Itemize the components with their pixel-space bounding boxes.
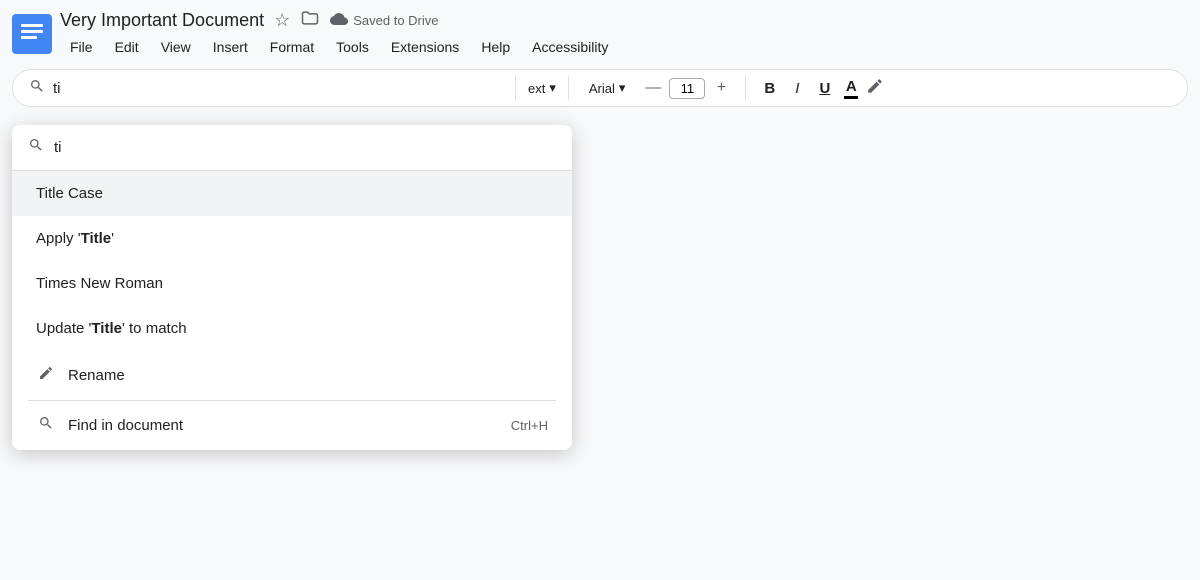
font-dropdown[interactable]: Arial ▾ (589, 80, 626, 96)
color-letter: A (846, 78, 857, 95)
docs-app-icon (12, 14, 52, 54)
pencil-mode-button[interactable] (866, 77, 884, 100)
menu-insert[interactable]: Insert (203, 35, 258, 59)
dropdown-item-times-new-roman-label: Times New Roman (36, 275, 163, 292)
dropdown-item-title-case-label: Title Case (36, 185, 103, 202)
underline-button[interactable]: U (813, 78, 836, 99)
font-size-decrease-button[interactable]: — (641, 76, 665, 100)
dropdown-item-title-case[interactable]: Title Case (12, 171, 572, 216)
toolbar: ext ▾ Arial ▾ — 11 + B I U A (12, 69, 1188, 107)
menu-extensions[interactable]: Extensions (381, 35, 469, 59)
saved-to-drive-indicator: Saved to Drive (330, 10, 438, 31)
style-dropdown[interactable]: ext ▾ (528, 80, 556, 96)
dropdown-item-find-in-document[interactable]: Find in document Ctrl+H (12, 401, 572, 450)
italic-button[interactable]: I (789, 78, 805, 99)
menu-tools[interactable]: Tools (326, 35, 379, 59)
document-title: Very Important Document (60, 10, 264, 31)
toolbar-separator-2 (568, 76, 569, 100)
dropdown-item-update-title-label: Update 'Title' to match (36, 320, 187, 337)
dropdown-search-text: ti (54, 139, 62, 156)
dropdown-item-rename-label: Rename (68, 367, 125, 384)
dropdown-item-update-title[interactable]: Update 'Title' to match (12, 306, 572, 351)
menu-bar: File Edit View Insert Format Tools Exten… (60, 35, 1188, 59)
menu-view[interactable]: View (151, 35, 201, 59)
search-input[interactable] (53, 80, 503, 97)
toolbar-separator-3 (745, 76, 746, 100)
search-dropdown: ti Title Case Apply 'Title' Times New Ro… (12, 125, 572, 450)
font-label: Arial (589, 81, 615, 96)
saved-status-text: Saved to Drive (353, 13, 438, 28)
dropdown-item-apply-title[interactable]: Apply 'Title' (12, 216, 572, 261)
menu-format[interactable]: Format (260, 35, 324, 59)
toolbar-separator-1 (515, 76, 516, 100)
find-icon (36, 415, 56, 436)
dropdown-item-apply-title-label: Apply 'Title' (36, 230, 114, 247)
dropdown-search-icon (28, 137, 44, 158)
menu-help[interactable]: Help (471, 35, 520, 59)
dropdown-item-times-new-roman[interactable]: Times New Roman (12, 261, 572, 306)
font-chevron-icon: ▾ (619, 80, 626, 96)
folder-icon[interactable] (300, 8, 320, 33)
menu-file[interactable]: File (60, 35, 103, 59)
font-size-increase-button[interactable]: + (709, 76, 733, 100)
star-icon[interactable]: ☆ (274, 10, 290, 31)
menu-edit[interactable]: Edit (105, 35, 149, 59)
menu-accessibility[interactable]: Accessibility (522, 35, 618, 59)
style-chevron-icon: ▾ (549, 80, 556, 96)
search-icon (29, 78, 45, 99)
style-label: ext (528, 81, 545, 96)
text-color-button[interactable]: A (844, 78, 858, 99)
cloud-icon (330, 10, 348, 31)
color-bar (844, 96, 858, 99)
font-size-box[interactable]: 11 (669, 78, 705, 99)
dropdown-item-find-shortcut: Ctrl+H (511, 418, 548, 433)
bold-button[interactable]: B (758, 78, 781, 99)
dropdown-search-bar: ti (12, 125, 572, 171)
dropdown-item-rename[interactable]: Rename (12, 351, 572, 400)
rename-icon (36, 365, 56, 386)
dropdown-item-find-in-document-label: Find in document (68, 417, 183, 434)
font-size-controls: — 11 + (641, 76, 733, 100)
